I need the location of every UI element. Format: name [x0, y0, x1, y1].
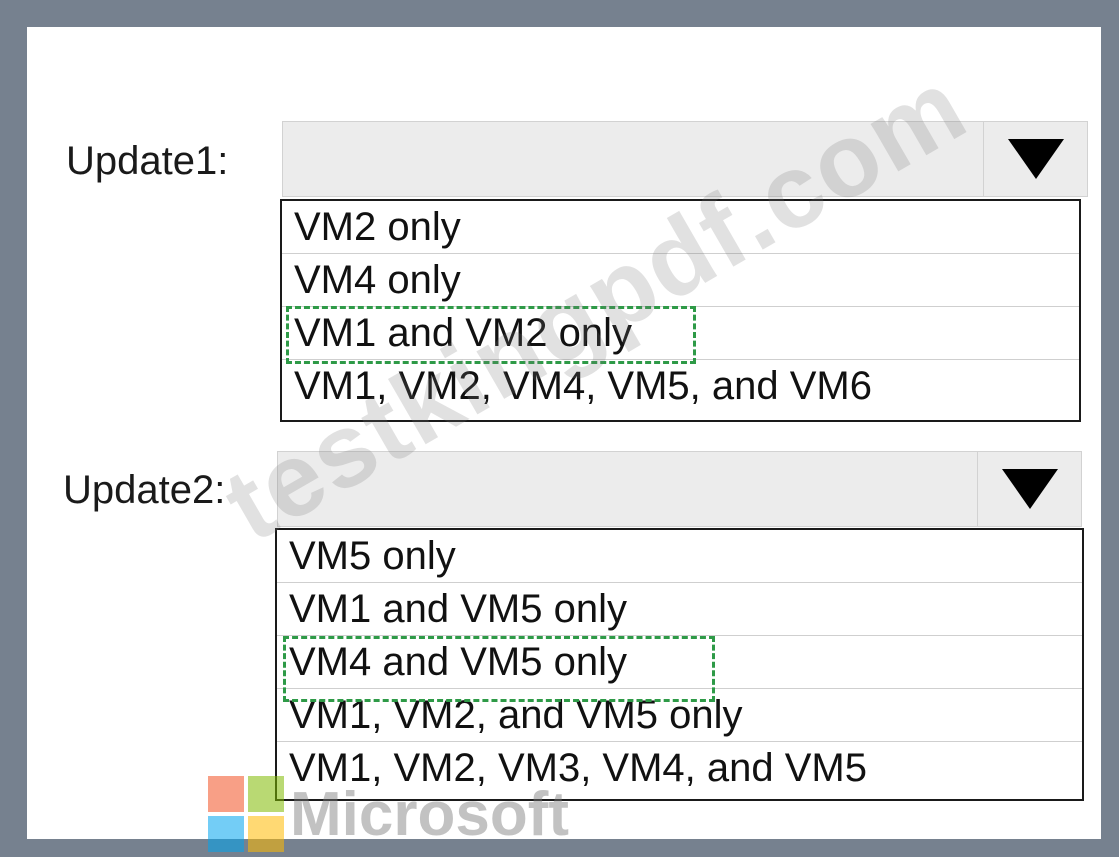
update2-label: Update2:	[63, 468, 226, 512]
update1-dropdown-button[interactable]	[983, 122, 1087, 196]
logo-square-red	[208, 776, 244, 812]
update1-select[interactable]	[282, 121, 1088, 197]
chevron-down-icon	[1007, 139, 1064, 179]
update2-option[interactable]: VM4 and VM5 only	[277, 636, 1082, 689]
logo-square-yellow	[248, 816, 284, 852]
update1-option[interactable]: VM2 only	[282, 201, 1079, 254]
update2-options: VM5 only VM1 and VM5 only VM4 and VM5 on…	[275, 528, 1084, 801]
update2-select[interactable]	[277, 451, 1082, 527]
update2-option[interactable]: VM1, VM2, and VM5 only	[277, 689, 1082, 742]
update1-option[interactable]: VM1 and VM2 only	[282, 307, 1079, 360]
logo-text: Microsoft	[290, 780, 569, 849]
chevron-down-icon	[1001, 469, 1058, 509]
update2-dropdown-button[interactable]	[977, 452, 1081, 526]
logo-square-blue	[208, 816, 244, 852]
update2-option[interactable]: VM5 only	[277, 530, 1082, 583]
update1-label: Update1:	[66, 139, 229, 183]
logo-square-green	[248, 776, 284, 812]
update1-option[interactable]: VM4 only	[282, 254, 1079, 307]
update1-option[interactable]: VM1, VM2, VM4, VM5, and VM6	[282, 360, 1079, 413]
update1-options: VM2 only VM4 only VM1 and VM2 only VM1, …	[280, 199, 1081, 422]
update2-option[interactable]: VM1 and VM5 only	[277, 583, 1082, 636]
